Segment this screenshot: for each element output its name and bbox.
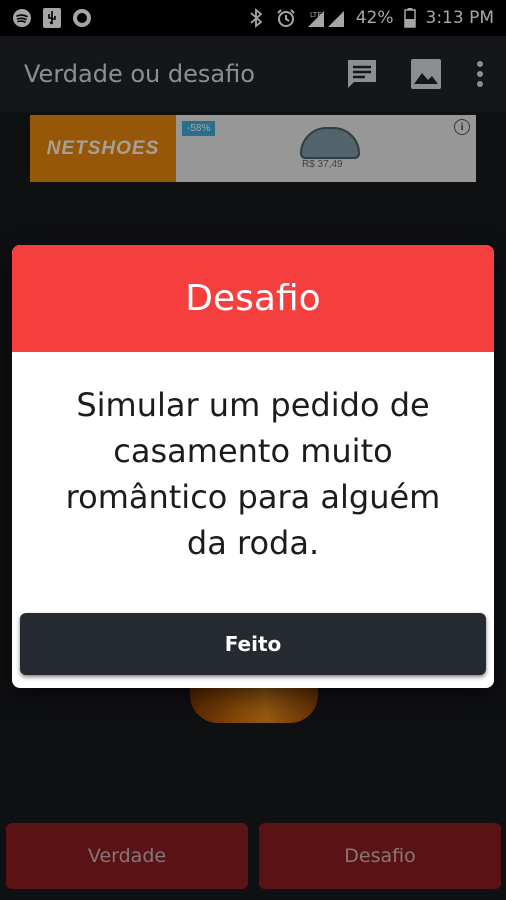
dare-dialog: Desafio Simular um pedido de casamento m… bbox=[12, 245, 494, 688]
dialog-title: Desafio bbox=[12, 245, 494, 352]
done-button[interactable]: Feito bbox=[20, 613, 486, 675]
dialog-message: Simular um pedido de casamento muito rom… bbox=[65, 386, 441, 562]
